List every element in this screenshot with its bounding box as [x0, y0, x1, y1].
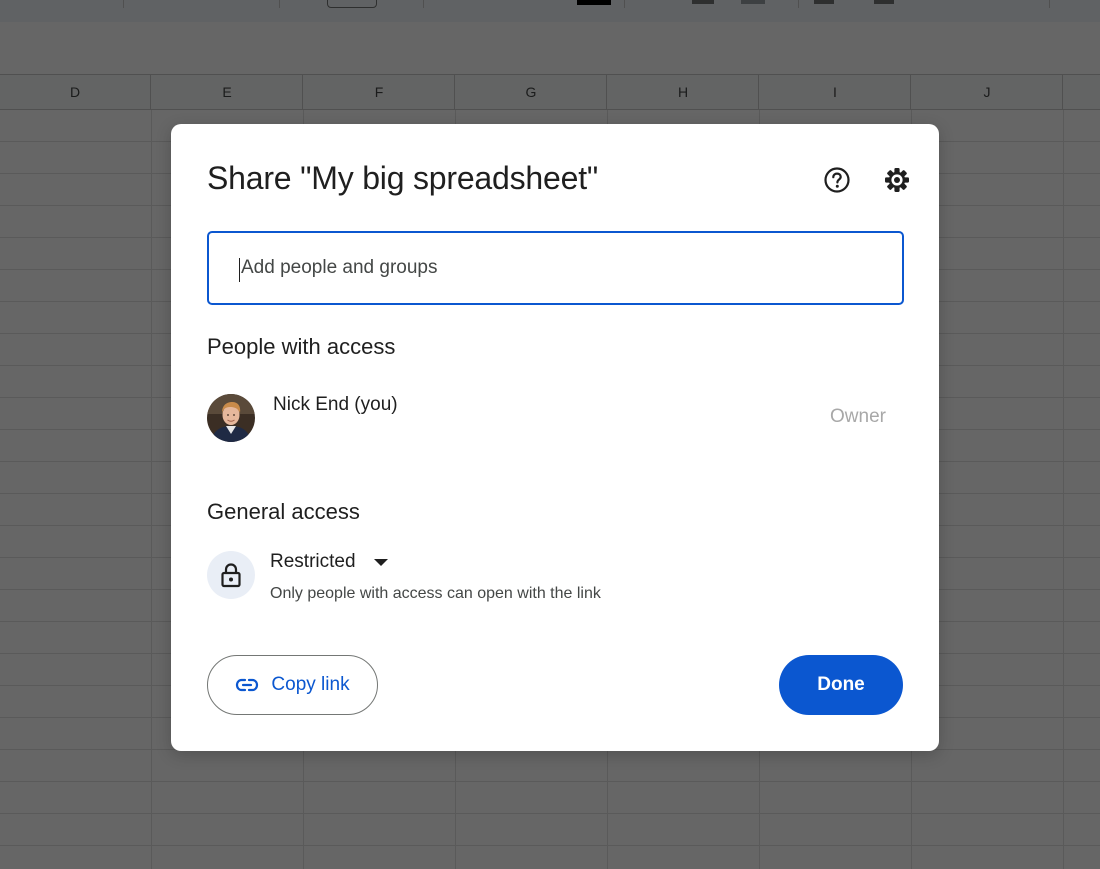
gear-icon	[885, 168, 909, 192]
lock-badge	[207, 551, 255, 599]
add-people-field[interactable]	[207, 231, 904, 305]
done-button[interactable]: Done	[779, 655, 903, 715]
link-icon	[236, 678, 259, 692]
copy-link-label: Copy link	[271, 674, 350, 695]
person-name: Nick End (you)	[273, 394, 398, 415]
general-access-dropdown[interactable]: Restricted	[270, 549, 388, 575]
person-row: Nick End (you) Owner	[207, 394, 904, 444]
access-description: Only people with access can open with th…	[270, 585, 601, 602]
lock-icon	[221, 563, 241, 588]
general-access-heading: General access	[207, 499, 360, 524]
user-avatar	[207, 394, 255, 442]
help-button[interactable]	[821, 164, 853, 196]
dropdown-arrow-icon	[373, 558, 388, 566]
settings-button[interactable]	[881, 164, 913, 196]
add-people-input[interactable]	[239, 233, 879, 303]
general-access-row: Restricted Only people with access can o…	[207, 549, 904, 609]
text-cursor	[239, 258, 240, 282]
person-role: Owner	[830, 406, 886, 427]
copy-link-button[interactable]: Copy link	[207, 655, 378, 715]
share-dialog: Share "My big spreadsheet" Add people an…	[171, 124, 939, 751]
page: D E F G H I J Share "My big spreadsheet"	[0, 0, 1100, 869]
help-circle-icon	[824, 167, 850, 193]
people-with-access-heading: People with access	[207, 334, 396, 359]
access-level-label: Restricted	[270, 551, 356, 572]
done-label: Done	[817, 674, 865, 695]
dialog-title: Share "My big spreadsheet"	[207, 160, 599, 196]
